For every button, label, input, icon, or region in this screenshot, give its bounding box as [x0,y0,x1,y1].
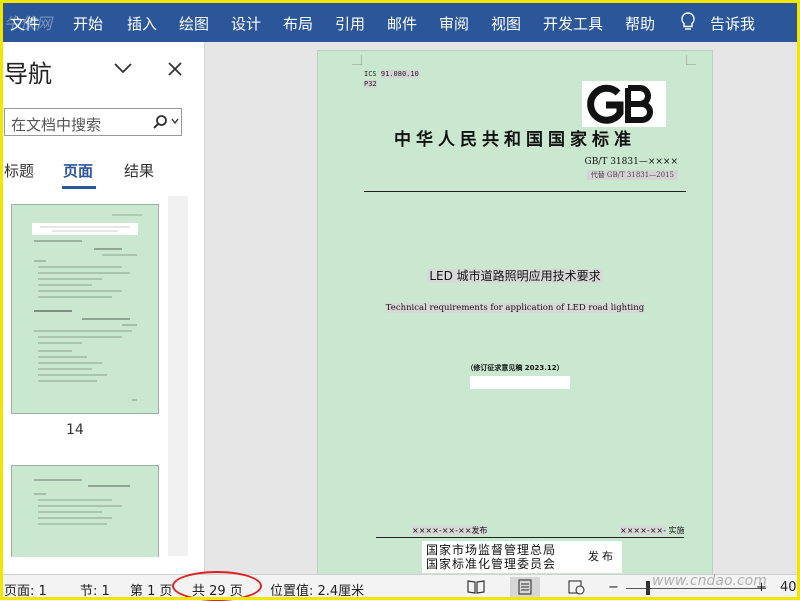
draft-note: （修订征求意见稿 2023.12） [466,364,564,372]
document-title-cn-text: LED 城市道路照明应用技术要求 [427,269,603,283]
search-icon[interactable] [152,114,168,130]
watermark: 牛侠网 [4,14,53,33]
tab-references[interactable]: 引用 [335,13,365,34]
ccs-value: P32 [364,80,377,88]
lightbulb-icon[interactable] [678,11,698,33]
tab-results[interactable]: 结果 [124,160,154,181]
tab-developer[interactable]: 开发工具 [543,13,603,34]
draft-box [470,376,570,389]
implement-date: ××××-××- 实施 [620,525,685,536]
issuer-publish: 发布 [588,550,616,563]
tab-insert[interactable]: 插入 [127,13,157,34]
page-thumbnail-15[interactable] [11,465,159,557]
header-rule [364,191,686,192]
margin-corner-mark [686,55,696,65]
zoom-slider-thumb[interactable] [646,581,650,595]
site-watermark: www.cndao.com [652,573,767,589]
nav-pane-title: 导航 [4,60,52,88]
tab-headings[interactable]: 标题 [4,160,34,181]
document-title-en: Technical requirements for application o… [318,303,712,313]
footer-rule [376,537,684,538]
tab-review[interactable]: 审阅 [439,13,469,34]
document-page[interactable]: ICS 91.080.10 P32 中华人民共和国国家标准 GB/T 31831… [317,50,713,592]
print-layout-button[interactable] [510,577,540,597]
ics-value: 91.080.10 [380,70,419,78]
tab-layout[interactable]: 布局 [283,13,313,34]
ics-label: ICS [364,70,377,78]
gb-logo-image [587,84,653,124]
navigation-pane: 导航 在文档中搜索 标题 页面 结果 14 [0,42,205,574]
tab-pages[interactable]: 页面 [63,160,93,181]
page-thumbnails: 14 [0,202,204,557]
standard-number: GB/T 31831—×××× [584,157,679,167]
zoom-out-button[interactable]: − [608,580,619,595]
document-title-cn: LED 城市道路照明应用技术要求 [318,267,712,284]
web-layout-icon[interactable] [566,579,586,595]
gb-logo [582,81,666,127]
tab-design[interactable]: 设计 [231,13,261,34]
read-mode-icon[interactable] [466,579,486,595]
replaces-standard: 代替 GB/T 31831—2015 [586,170,678,180]
margin-corner-mark [352,55,362,65]
tab-home[interactable]: 开始 [73,13,103,34]
search-input[interactable]: 在文档中搜索 [4,108,182,136]
search-placeholder: 在文档中搜索 [11,116,102,134]
document-area[interactable]: ICS 91.080.10 P32 中华人民共和国国家标准 GB/T 31831… [205,42,800,592]
status-page[interactable]: 页面: 1 [4,580,47,599]
active-tab-indicator [62,186,96,189]
status-section[interactable]: 节: 1 [80,580,110,599]
close-icon[interactable] [166,60,184,78]
document-title-en-text: Technical requirements for application o… [385,303,645,313]
highlight-circle [172,571,262,601]
print-layout-icon [518,579,532,595]
publish-date: ××××-××-××发布 [412,525,488,536]
thumbnail-page-number: 14 [66,422,84,438]
implement-date-text: ××××-××- [620,526,666,535]
search-options-dropdown-icon[interactable] [171,117,179,125]
tab-draw[interactable]: 绘图 [179,13,209,34]
issuer-block: 国家市场监督管理总局 国家标准化管理委员会 发布 [422,541,622,573]
standard-title: 中华人民共和国国家标准 [394,130,636,150]
thumbnail-content [32,214,142,401]
implement-label: 实施 [668,526,685,535]
status-page-of[interactable]: 第 1 页 [130,580,173,599]
status-position[interactable]: 位置值: 2.4厘米 [270,580,364,599]
chevron-down-icon[interactable] [113,62,133,74]
page-thumbnail-14[interactable] [11,204,159,414]
ics-code: ICS 91.080.10 P32 [364,69,419,89]
tab-help[interactable]: 帮助 [625,13,655,34]
ribbon-tab-bar: 牛侠网 文件 开始 插入 绘图 设计 布局 引用 邮件 审阅 视图 开发工具 帮… [0,0,800,42]
thumbnail-content [34,479,130,525]
tell-me-search[interactable]: 告诉我 [710,13,755,34]
tab-mailings[interactable]: 邮件 [387,13,417,34]
zoom-level[interactable]: 40 [780,580,797,595]
tab-view[interactable]: 视图 [491,13,521,34]
publish-date-text: ××××-××-××发布 [412,526,488,535]
